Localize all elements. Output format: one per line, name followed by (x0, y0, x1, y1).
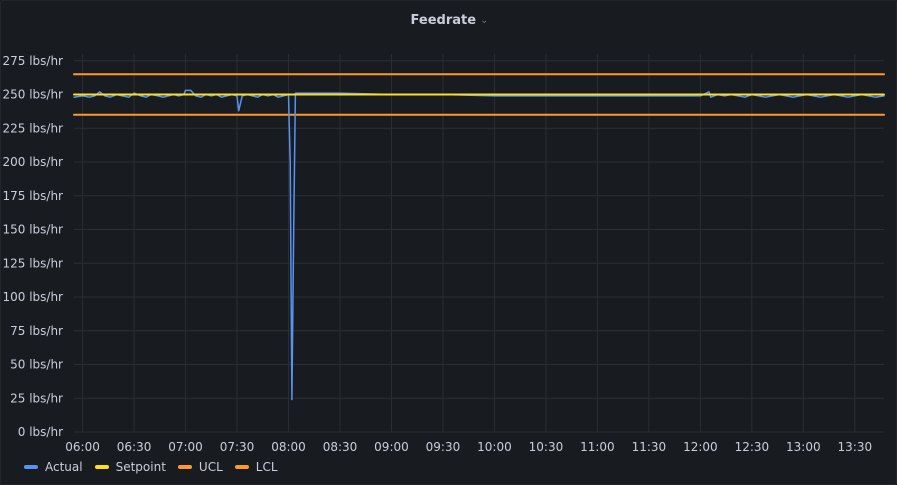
y-tick-label: 200 lbs/hr (2, 155, 63, 169)
legend-label: Setpoint (115, 460, 166, 474)
y-axis-ticks: 0 lbs/hr 25 lbs/hr 50 lbs/hr 75 lbs/hr 100 l… (2, 54, 63, 439)
x-tick-label: 10:00 (477, 440, 512, 454)
y-tick-label: 125 lbs/hr (2, 256, 63, 270)
x-tick-label: 06:00 (65, 440, 100, 454)
legend-label: Actual (45, 460, 83, 474)
y-tick-label: 175 lbs/hr (2, 189, 63, 203)
x-tick-label: 11:00 (580, 440, 615, 454)
y-tick-label: 0 lbs/hr (18, 425, 63, 439)
legend-item-ucl[interactable]: UCL (177, 460, 223, 474)
x-tick-label: 07:30 (220, 440, 255, 454)
legend-swatch (94, 465, 109, 469)
legend-item-actual[interactable]: Actual (24, 460, 83, 474)
x-tick-label: 13:00 (786, 440, 821, 454)
x-tick-label: 10:30 (529, 440, 564, 454)
grid-lines (74, 54, 884, 433)
x-tick-label: 06:30 (117, 440, 152, 454)
x-tick-label: 12:00 (683, 440, 718, 454)
y-tick-label: 100 lbs/hr (2, 290, 63, 304)
x-tick-label: 09:30 (426, 440, 461, 454)
y-tick-label: 25 lbs/hr (10, 391, 63, 405)
legend-item-lcl[interactable]: LCL (234, 460, 278, 474)
legend: Actual Setpoint UCL LCL (24, 458, 290, 476)
y-tick-label: 250 lbs/hr (2, 88, 63, 102)
legend-swatch (177, 465, 192, 469)
legend-swatch (234, 465, 249, 469)
x-tick-label: 09:00 (374, 440, 409, 454)
x-tick-label: 08:00 (271, 440, 306, 454)
series-line-actual[interactable] (73, 89, 885, 401)
y-tick-label: 150 lbs/hr (2, 223, 63, 237)
chart-svg[interactable]: 0 lbs/hr 25 lbs/hr 50 lbs/hr 75 lbs/hr 100 l… (0, 0, 897, 485)
x-axis-ticks: 06:00 06:30 07:00 07:30 08:00 08:30 09:00 09:30… (65, 440, 872, 454)
legend-swatch (24, 465, 38, 469)
x-tick-label: 07:00 (168, 440, 203, 454)
legend-label: LCL (255, 460, 278, 474)
x-tick-label: 11:30 (632, 440, 667, 454)
y-tick-label: 275 lbs/hr (2, 54, 63, 68)
series-lines (73, 73, 885, 401)
y-tick-label: 50 lbs/hr (10, 358, 63, 372)
legend-label: UCL (198, 460, 223, 474)
y-tick-label: 225 lbs/hr (2, 121, 63, 135)
x-tick-label: 08:30 (323, 440, 358, 454)
x-tick-label: 12:30 (735, 440, 770, 454)
legend-item-setpoint[interactable]: Setpoint (94, 460, 166, 474)
x-tick-label: 13:30 (838, 440, 873, 454)
y-tick-label: 75 lbs/hr (10, 324, 63, 338)
